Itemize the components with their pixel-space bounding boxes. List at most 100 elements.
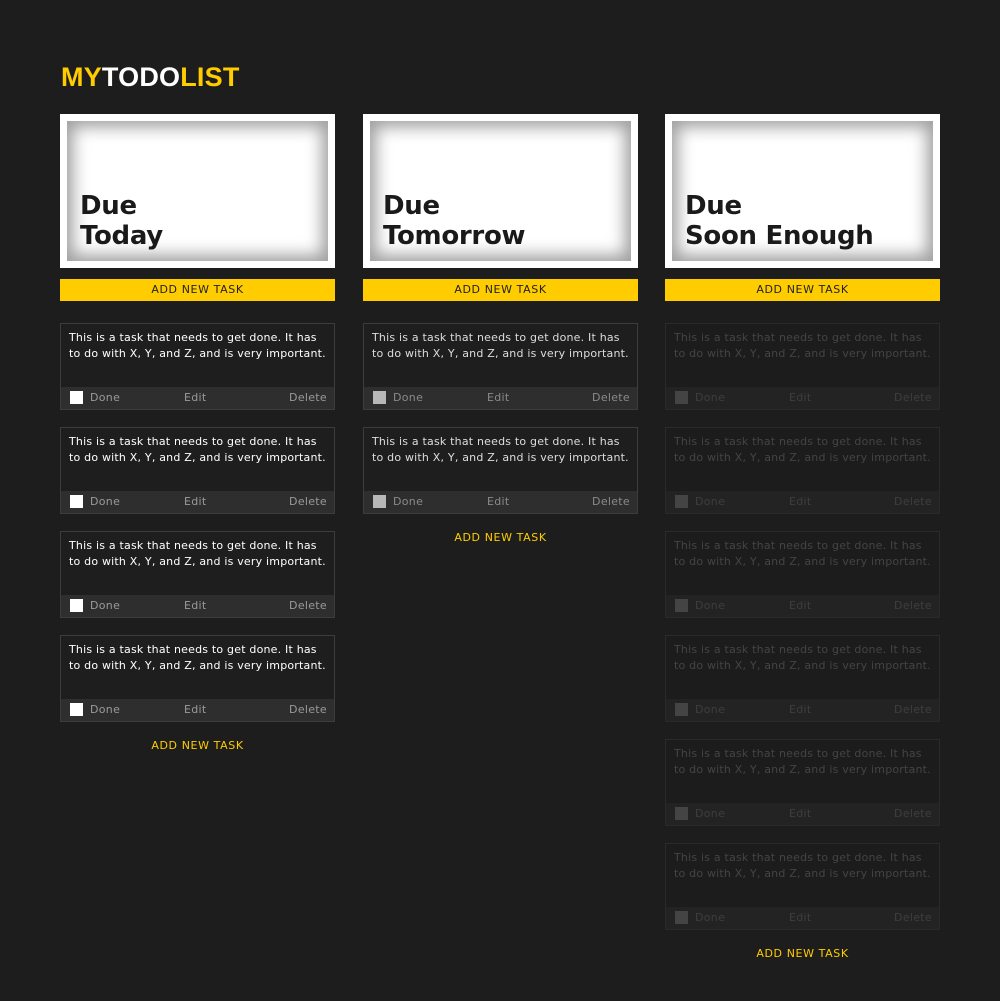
edit-button[interactable]: Edit bbox=[487, 391, 510, 405]
logo-todo: TODO bbox=[101, 62, 181, 92]
task-actions: Done Edit Delete bbox=[61, 699, 334, 721]
delete-button[interactable]: Delete bbox=[894, 599, 932, 613]
delete-button[interactable]: Delete bbox=[894, 703, 932, 717]
add-new-task-link[interactable]: ADD NEW TASK bbox=[665, 947, 940, 960]
task-text: This is a task that needs to get done. I… bbox=[372, 331, 629, 360]
task-item: This is a task that needs to get done. I… bbox=[665, 739, 940, 826]
delete-button[interactable]: Delete bbox=[592, 391, 630, 405]
done-checkbox[interactable] bbox=[70, 599, 83, 612]
edit-button[interactable]: Edit bbox=[789, 599, 812, 613]
task-list: This is a task that needs to get done. I… bbox=[665, 323, 940, 930]
done-label[interactable]: Done bbox=[695, 599, 725, 613]
task-item: This is a task that needs to get done. I… bbox=[665, 531, 940, 618]
task-item: This is a task that needs to get done. I… bbox=[665, 635, 940, 722]
done-label[interactable]: Done bbox=[695, 703, 725, 717]
edit-button[interactable]: Edit bbox=[184, 495, 207, 509]
done-checkbox[interactable] bbox=[675, 599, 688, 612]
task-item: This is a task that needs to get done. I… bbox=[665, 427, 940, 514]
task-actions: Done Edit Delete bbox=[61, 491, 334, 513]
done-label[interactable]: Done bbox=[695, 391, 725, 405]
add-new-task-link[interactable]: ADD NEW TASK bbox=[363, 531, 638, 544]
task-item: This is a task that needs to get done. I… bbox=[665, 843, 940, 930]
done-checkbox[interactable] bbox=[373, 391, 386, 404]
done-label[interactable]: Done bbox=[393, 495, 423, 509]
edit-button[interactable]: Edit bbox=[789, 391, 812, 405]
delete-button[interactable]: Delete bbox=[592, 495, 630, 509]
delete-button[interactable]: Delete bbox=[894, 391, 932, 405]
task-text: This is a task that needs to get done. I… bbox=[69, 643, 326, 672]
edit-button[interactable]: Edit bbox=[184, 391, 207, 405]
column-title: Due Soon Enough bbox=[685, 191, 874, 251]
task-list: This is a task that needs to get done. I… bbox=[60, 323, 335, 722]
done-label[interactable]: Done bbox=[90, 703, 120, 717]
add-new-task-button[interactable]: ADD NEW TASK bbox=[363, 279, 638, 301]
edit-button[interactable]: Edit bbox=[789, 703, 812, 717]
delete-button[interactable]: Delete bbox=[894, 911, 932, 925]
done-checkbox[interactable] bbox=[675, 495, 688, 508]
edit-button[interactable]: Edit bbox=[789, 807, 812, 821]
task-text: This is a task that needs to get done. I… bbox=[674, 851, 931, 880]
logo-list: LIST bbox=[180, 62, 240, 92]
done-label[interactable]: Done bbox=[393, 391, 423, 405]
task-item: This is a task that needs to get done. I… bbox=[665, 323, 940, 410]
task-text: This is a task that needs to get done. I… bbox=[674, 643, 931, 672]
edit-button[interactable]: Edit bbox=[184, 703, 207, 717]
task-text: This is a task that needs to get done. I… bbox=[69, 539, 326, 568]
task-actions: Done Edit Delete bbox=[666, 491, 939, 513]
task-actions: Done Edit Delete bbox=[61, 387, 334, 409]
add-new-task-link[interactable]: ADD NEW TASK bbox=[60, 739, 335, 752]
delete-button[interactable]: Delete bbox=[894, 807, 932, 821]
task-item: This is a task that needs to get done. I… bbox=[363, 427, 638, 514]
done-label[interactable]: Done bbox=[90, 391, 120, 405]
column-title: Due Tomorrow bbox=[383, 191, 526, 251]
column-header-card: Due Today bbox=[60, 114, 335, 268]
task-item: This is a task that needs to get done. I… bbox=[60, 635, 335, 722]
column-due-today: Due Today ADD NEW TASK This is a task th… bbox=[60, 114, 335, 752]
column-header-card: Due Tomorrow bbox=[363, 114, 638, 268]
task-actions: Done Edit Delete bbox=[666, 595, 939, 617]
task-text: This is a task that needs to get done. I… bbox=[69, 331, 326, 360]
done-label[interactable]: Done bbox=[90, 495, 120, 509]
done-label[interactable]: Done bbox=[695, 495, 725, 509]
done-checkbox[interactable] bbox=[373, 495, 386, 508]
edit-button[interactable]: Edit bbox=[789, 495, 812, 509]
column-due-tomorrow: Due Tomorrow ADD NEW TASK This is a task… bbox=[363, 114, 638, 544]
add-new-task-button[interactable]: ADD NEW TASK bbox=[60, 279, 335, 301]
done-checkbox[interactable] bbox=[675, 911, 688, 924]
done-label[interactable]: Done bbox=[695, 911, 725, 925]
add-new-task-button[interactable]: ADD NEW TASK bbox=[665, 279, 940, 301]
column-due-soon-enough: Due Soon Enough ADD NEW TASK This is a t… bbox=[665, 114, 940, 960]
done-label[interactable]: Done bbox=[90, 599, 120, 613]
task-text: This is a task that needs to get done. I… bbox=[372, 435, 629, 464]
done-checkbox[interactable] bbox=[675, 703, 688, 716]
task-text: This is a task that needs to get done. I… bbox=[674, 539, 931, 568]
task-actions: Done Edit Delete bbox=[666, 907, 939, 929]
task-list: This is a task that needs to get done. I… bbox=[363, 323, 638, 514]
task-item: This is a task that needs to get done. I… bbox=[60, 531, 335, 618]
done-label[interactable]: Done bbox=[695, 807, 725, 821]
edit-button[interactable]: Edit bbox=[487, 495, 510, 509]
edit-button[interactable]: Edit bbox=[789, 911, 812, 925]
edit-button[interactable]: Edit bbox=[184, 599, 207, 613]
delete-button[interactable]: Delete bbox=[289, 703, 327, 717]
app-logo: MYTODOLIST bbox=[61, 60, 240, 94]
task-text: This is a task that needs to get done. I… bbox=[674, 747, 931, 776]
done-checkbox[interactable] bbox=[675, 807, 688, 820]
done-checkbox[interactable] bbox=[70, 703, 83, 716]
task-text: This is a task that needs to get done. I… bbox=[674, 331, 931, 360]
delete-button[interactable]: Delete bbox=[894, 495, 932, 509]
delete-button[interactable]: Delete bbox=[289, 599, 327, 613]
column-title: Due Today bbox=[80, 191, 163, 251]
task-item: This is a task that needs to get done. I… bbox=[60, 427, 335, 514]
task-text: This is a task that needs to get done. I… bbox=[69, 435, 326, 464]
task-actions: Done Edit Delete bbox=[666, 387, 939, 409]
task-actions: Done Edit Delete bbox=[666, 699, 939, 721]
delete-button[interactable]: Delete bbox=[289, 391, 327, 405]
task-actions: Done Edit Delete bbox=[666, 803, 939, 825]
done-checkbox[interactable] bbox=[70, 391, 83, 404]
done-checkbox[interactable] bbox=[675, 391, 688, 404]
delete-button[interactable]: Delete bbox=[289, 495, 327, 509]
task-actions: Done Edit Delete bbox=[61, 595, 334, 617]
done-checkbox[interactable] bbox=[70, 495, 83, 508]
task-item: This is a task that needs to get done. I… bbox=[60, 323, 335, 410]
